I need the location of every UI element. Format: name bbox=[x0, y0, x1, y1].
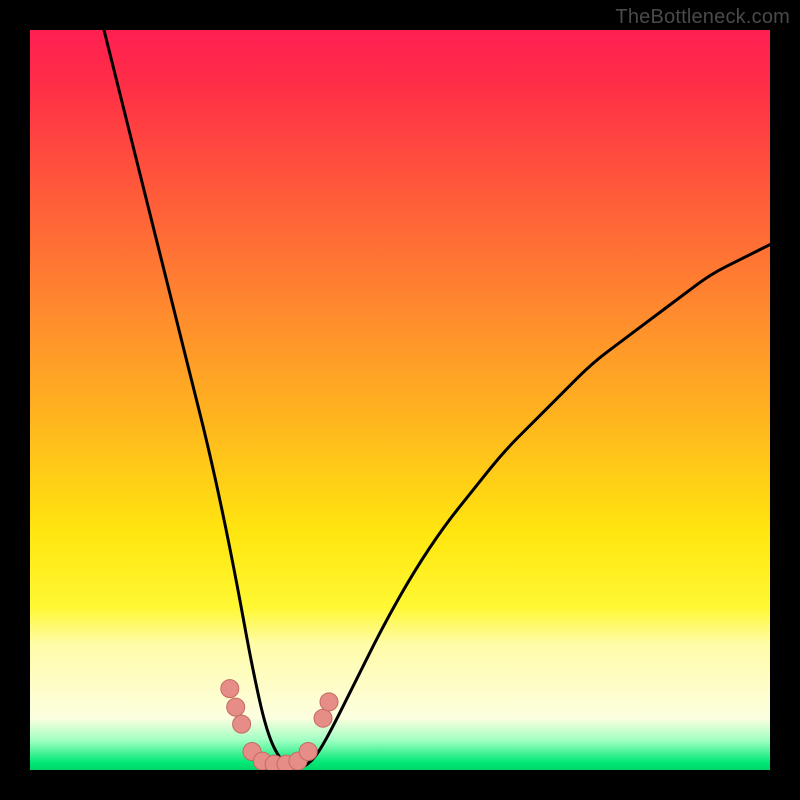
plot-gradient-area bbox=[30, 30, 770, 770]
chart-frame: TheBottleneck.com bbox=[0, 0, 800, 800]
watermark-text: TheBottleneck.com bbox=[615, 6, 790, 29]
